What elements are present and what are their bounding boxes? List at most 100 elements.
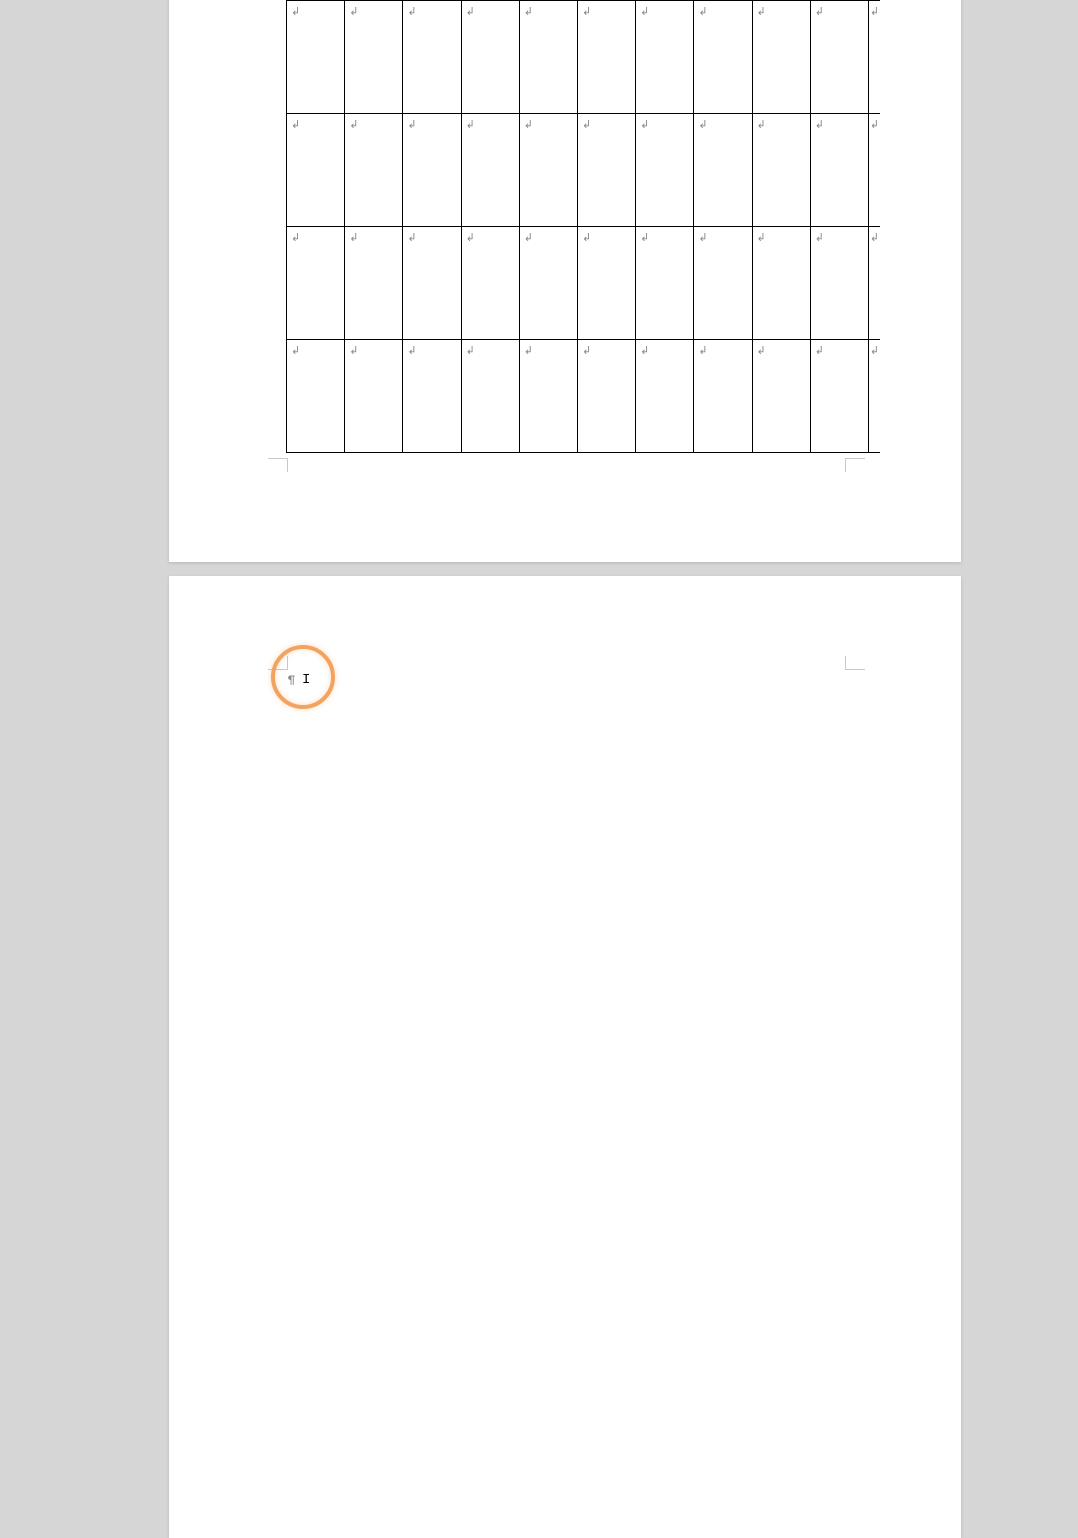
table-cell[interactable]: ↲ xyxy=(694,1,752,114)
table-cell[interactable]: ↲ xyxy=(345,1,403,114)
table-cell[interactable]: ↲ xyxy=(636,114,694,227)
margin-corner-icon xyxy=(268,458,288,472)
paragraph-mark-icon: ↲ xyxy=(698,232,707,243)
table-cell[interactable]: ↲ xyxy=(461,1,519,114)
table-cell[interactable]: ↲ xyxy=(694,227,752,340)
paragraph-mark-icon: ↲ xyxy=(524,6,533,17)
paragraph-mark-icon: ↲ xyxy=(757,345,766,356)
paragraph-mark-icon: ↲ xyxy=(524,345,533,356)
table-cell[interactable]: ↲ xyxy=(577,1,635,114)
table-cell[interactable]: ↲ xyxy=(810,340,868,453)
paragraph-mark-icon: ↲ xyxy=(349,232,358,243)
table-cell[interactable]: ↲ xyxy=(403,114,461,227)
editor-viewport: ↲ ↲ ↲ ↲ ↲ ↲ ↲ ↲ ↲ ↲ ↲ ↲ ↲ ↲ ↲ ↲ ↲ ↲ ↲ xyxy=(0,0,1078,852)
paragraph-mark-icon: ↲ xyxy=(466,6,475,17)
paragraph-mark-icon: ↲ xyxy=(640,6,649,17)
margin-corner-icon xyxy=(845,656,865,670)
paragraph-mark-icon: ↲ xyxy=(466,232,475,243)
paragraph-mark-icon: ↲ xyxy=(698,119,707,130)
table-cell[interactable]: ↲ xyxy=(694,114,752,227)
paragraph-mark-icon: ↲ xyxy=(815,119,824,130)
table-row[interactable]: ↲ ↲ ↲ ↲ ↲ ↲ ↲ ↲ ↲ ↲ ↲ xyxy=(287,114,881,227)
paragraph-mark-icon: ↲ xyxy=(757,119,766,130)
paragraph-mark-icon: ↲ xyxy=(291,345,300,356)
pilcrow-icon: ¶ xyxy=(288,674,295,688)
table-cell[interactable]: ↲ xyxy=(810,227,868,340)
paragraph-mark-icon: ↲ xyxy=(349,6,358,17)
paragraph-mark-icon: ↲ xyxy=(870,6,879,17)
table-cell[interactable]: ↲ xyxy=(519,114,577,227)
paragraph-mark-icon: ↲ xyxy=(815,345,824,356)
text-cursor-icon xyxy=(302,672,308,688)
paragraph-mark-icon: ↲ xyxy=(870,345,879,356)
table-cell[interactable]: ↲ xyxy=(694,340,752,453)
paragraph-mark-icon: ↲ xyxy=(349,119,358,130)
paragraph-mark-icon: ↲ xyxy=(757,6,766,17)
paragraph-mark-icon: ↲ xyxy=(524,232,533,243)
table-cell[interactable]: ↲ xyxy=(868,227,880,340)
paragraph-mark-icon: ↲ xyxy=(757,232,766,243)
table-cell[interactable]: ↲ xyxy=(403,340,461,453)
table-cell[interactable]: ↲ xyxy=(577,340,635,453)
paragraph-mark-icon: ↲ xyxy=(870,232,879,243)
table-cell[interactable]: ↲ xyxy=(752,340,810,453)
table-cell[interactable]: ↲ xyxy=(577,227,635,340)
table-cell[interactable]: ↲ xyxy=(519,1,577,114)
paragraph-mark-icon: ↲ xyxy=(582,345,591,356)
table-cell[interactable]: ↲ xyxy=(810,1,868,114)
table-cell[interactable]: ↲ xyxy=(519,227,577,340)
table-cell[interactable]: ↲ xyxy=(519,340,577,453)
paragraph-mark-icon: ↲ xyxy=(815,6,824,17)
table-cell[interactable]: ↲ xyxy=(461,227,519,340)
paragraph-mark-icon: ↲ xyxy=(698,6,707,17)
paragraph-mark-icon: ↲ xyxy=(407,119,416,130)
table-cell[interactable]: ↲ xyxy=(868,340,880,453)
table-cell[interactable]: ↲ xyxy=(461,340,519,453)
document-page-2[interactable] xyxy=(169,576,961,1538)
paragraph-mark-icon: ↲ xyxy=(524,119,533,130)
paragraph-mark-icon: ↲ xyxy=(582,119,591,130)
paragraph-mark-icon: ↲ xyxy=(466,345,475,356)
margin-corner-icon xyxy=(845,458,865,472)
table-cell[interactable]: ↲ xyxy=(577,114,635,227)
paragraph-mark-icon: ↲ xyxy=(640,345,649,356)
paragraph-mark-icon: ↲ xyxy=(640,232,649,243)
table-row[interactable]: ↲ ↲ ↲ ↲ ↲ ↲ ↲ ↲ ↲ ↲ ↲ xyxy=(287,1,881,114)
table-cell[interactable]: ↲ xyxy=(868,1,880,114)
table-cell[interactable]: ↲ xyxy=(403,1,461,114)
table-cell[interactable]: ↲ xyxy=(752,227,810,340)
table-cell[interactable]: ↲ xyxy=(636,1,694,114)
table-cell[interactable]: ↲ xyxy=(345,340,403,453)
paragraph-mark-icon: ↲ xyxy=(582,6,591,17)
table-cell[interactable]: ↲ xyxy=(345,227,403,340)
paragraph-mark-icon: ↲ xyxy=(407,6,416,17)
table-cell[interactable]: ↲ xyxy=(287,227,345,340)
table-cell[interactable]: ↲ xyxy=(752,1,810,114)
table-cell[interactable]: ↲ xyxy=(287,1,345,114)
table-cell[interactable]: ↲ xyxy=(287,114,345,227)
table-cell[interactable]: ↲ xyxy=(403,227,461,340)
table-row[interactable]: ↲ ↲ ↲ ↲ ↲ ↲ ↲ ↲ ↲ ↲ ↲ xyxy=(287,227,881,340)
paragraph-mark-icon: ↲ xyxy=(582,232,591,243)
table-cell[interactable]: ↲ xyxy=(636,227,694,340)
margin-corner-icon xyxy=(268,656,288,670)
document-table[interactable]: ↲ ↲ ↲ ↲ ↲ ↲ ↲ ↲ ↲ ↲ ↲ ↲ ↲ ↲ ↲ ↲ ↲ ↲ ↲ xyxy=(286,0,880,453)
paragraph-mark-icon: ↲ xyxy=(407,232,416,243)
table-row[interactable]: ↲ ↲ ↲ ↲ ↲ ↲ ↲ ↲ ↲ ↲ ↲ xyxy=(287,340,881,453)
paragraph-mark-icon: ↲ xyxy=(815,232,824,243)
paragraph-mark-icon: ↲ xyxy=(291,6,300,17)
table-cell[interactable]: ↲ xyxy=(752,114,810,227)
table-cell[interactable]: ↲ xyxy=(868,114,880,227)
table-cell[interactable]: ↲ xyxy=(287,340,345,453)
paragraph-mark-icon: ↲ xyxy=(640,119,649,130)
table-cell[interactable]: ↲ xyxy=(810,114,868,227)
paragraph-mark-icon: ↲ xyxy=(407,345,416,356)
paragraph-mark-icon: ↲ xyxy=(291,232,300,243)
paragraph-mark-icon: ↲ xyxy=(698,345,707,356)
paragraph-mark-icon: ↲ xyxy=(349,345,358,356)
paragraph-mark-icon: ↲ xyxy=(291,119,300,130)
table-cell[interactable]: ↲ xyxy=(461,114,519,227)
table-cell[interactable]: ↲ xyxy=(636,340,694,453)
paragraph-mark-icon: ↲ xyxy=(466,119,475,130)
table-cell[interactable]: ↲ xyxy=(345,114,403,227)
